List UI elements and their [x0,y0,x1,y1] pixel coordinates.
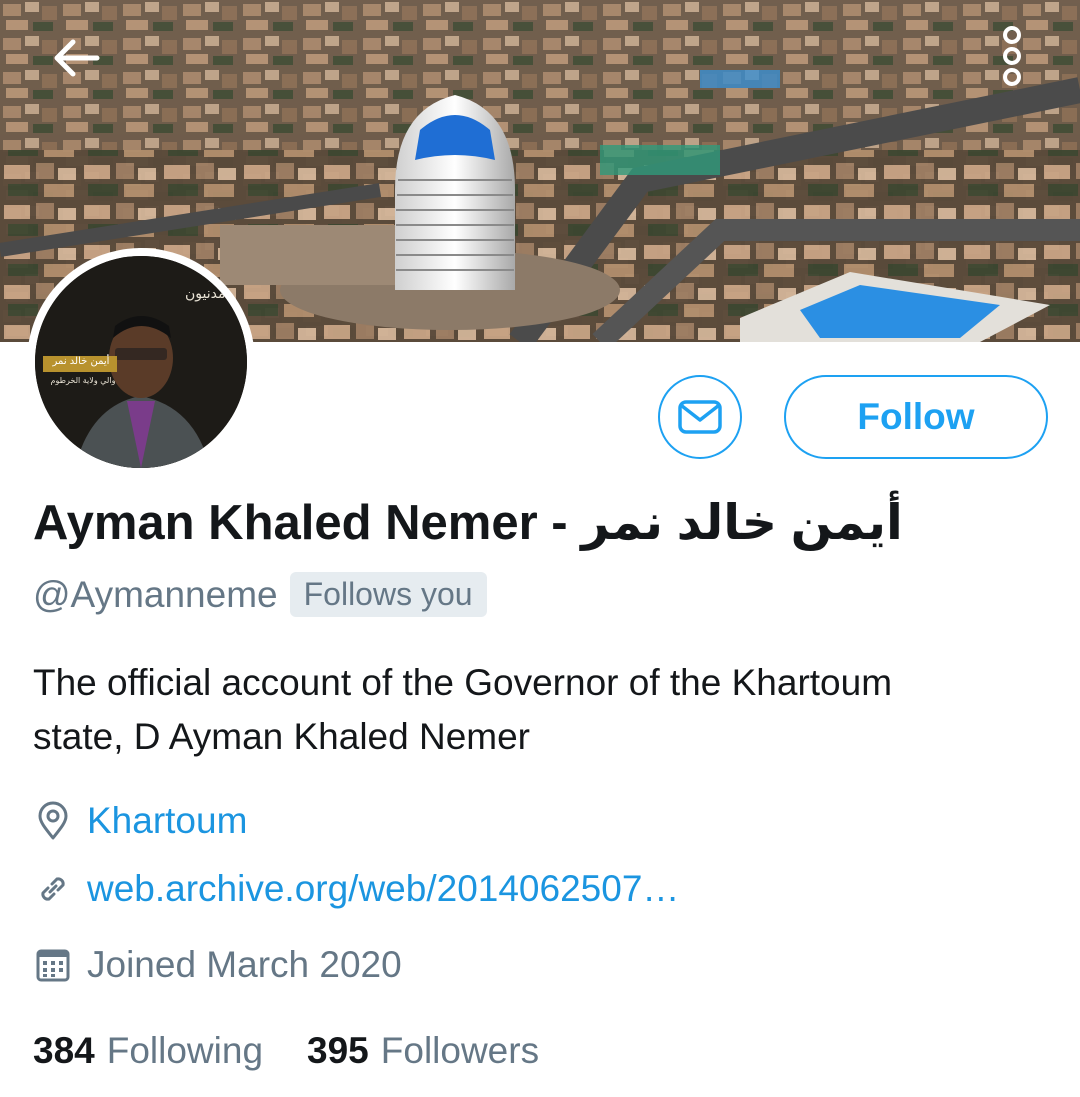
handle-row: @Aymanneme Follows you [33,572,487,617]
calendar-icon [33,945,73,985]
bio-line-2: state, D Ayman Khaled Nemer [33,716,531,757]
profile-avatar[interactable]: مدنيون أيمن خالد نمر والي ولاية الخرطوم [27,248,255,476]
avatar-caption-line1: أيمن خالد نمر [52,356,110,367]
website-link[interactable]: web.archive.org/web/2014062507… [87,868,679,910]
username-handle: @Aymanneme [33,573,278,615]
follow-button[interactable]: Follow [784,375,1048,459]
link-icon [33,869,73,909]
arrow-left-icon [54,39,100,77]
avatar-photo: مدنيون أيمن خالد نمر والي ولاية الخرطوم [35,256,247,468]
bio-line-1: The official account of the Governor of … [33,662,893,703]
message-button[interactable] [658,375,742,459]
more-options-button[interactable] [982,18,1042,94]
follow-counts: 384 Following 395 Followers [33,1030,539,1072]
followers-label: Followers [380,1030,540,1071]
back-button[interactable] [44,26,108,90]
followers-count: 395 [307,1030,369,1071]
avatar-overlay-text: مدنيون [185,286,226,302]
following-label: Following [106,1030,264,1071]
location-pin-icon [33,801,73,841]
more-vertical-icon [1003,26,1021,86]
avatar-caption-line2: والي ولاية الخرطوم [50,376,116,385]
location-link[interactable]: Khartoum [87,800,247,842]
location-row: Khartoum [33,800,247,842]
display-name: Ayman Khaled Nemer - أيمن خالد نمر [33,496,903,550]
following-link[interactable]: 384 Following [33,1030,263,1072]
profile-bio: The official account of the Governor of … [33,656,1043,764]
envelope-icon [678,400,722,434]
following-count: 384 [33,1030,95,1071]
followers-link[interactable]: 395 Followers [307,1030,539,1072]
joined-row: Joined March 2020 [33,944,402,986]
joined-date: Joined March 2020 [87,944,402,985]
website-row: web.archive.org/web/2014062507… [33,868,679,910]
follows-you-badge: Follows you [289,572,487,617]
